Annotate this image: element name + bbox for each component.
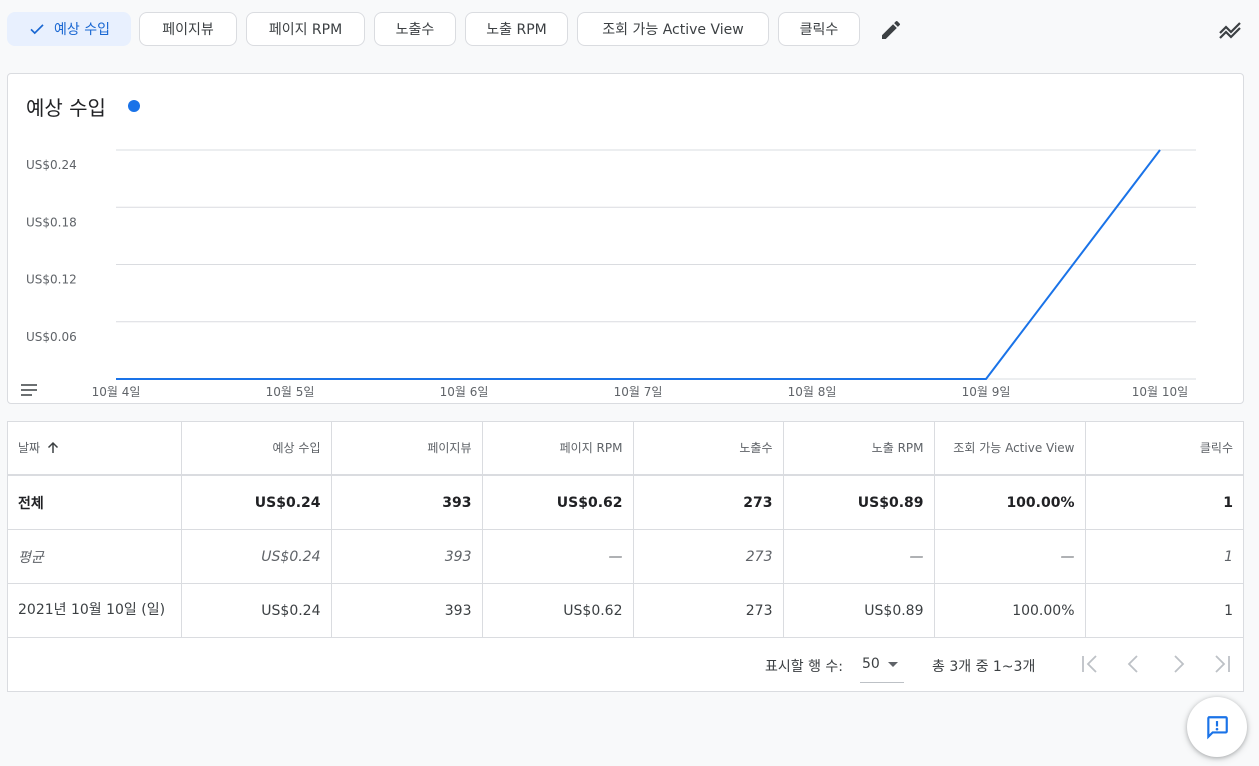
x-tick-label: 10월 8일 bbox=[788, 385, 837, 399]
pagination-range: 총 3개 중 1~3개 bbox=[932, 659, 1036, 675]
table-cell: 1 bbox=[1085, 529, 1243, 584]
table-cell: 393 bbox=[331, 583, 483, 638]
table-cell: 393 bbox=[331, 475, 483, 530]
pencil-icon bbox=[882, 20, 901, 39]
compare-button[interactable] bbox=[1216, 15, 1246, 45]
feedback-button[interactable] bbox=[1187, 697, 1247, 757]
column-header-page-rpm[interactable]: 페이지 RPM bbox=[482, 422, 634, 476]
chip-label: 예상 수입 bbox=[54, 22, 110, 38]
table-cell: US$0.62 bbox=[482, 583, 634, 638]
first-page-icon bbox=[1082, 655, 1097, 673]
table-cell: 평균 bbox=[8, 529, 182, 584]
chevron-right-icon bbox=[1174, 655, 1185, 673]
line-chart: US$0.24 US$0.18 US$0.12 US$0.06 10월 4일 10월 5일… bbox=[26, 149, 1196, 399]
chip-label: 클릭수 bbox=[799, 22, 839, 38]
last-page-icon bbox=[1215, 655, 1230, 673]
chevron-down-icon bbox=[888, 662, 898, 667]
chip-active-view[interactable]: 조회 가능 Active View bbox=[577, 12, 769, 46]
x-tick-label: 10월 9일 bbox=[962, 385, 1011, 399]
table-cell: US$0.24 bbox=[181, 475, 332, 530]
arrow-up-icon bbox=[48, 441, 59, 453]
chart-card: 예상 수입 US$0.24 US$0.18 US$0.12 US$0.06 10월 4일… bbox=[7, 73, 1244, 404]
column-header-earnings[interactable]: 예상 수입 bbox=[181, 422, 332, 476]
x-tick-label: 10월 4일 bbox=[92, 385, 141, 399]
table-cell: US$0.24 bbox=[181, 529, 332, 584]
chip-label: 조회 가능 Active View bbox=[602, 22, 744, 38]
column-header-active-view[interactable]: 조회 가능 Active View bbox=[934, 422, 1086, 476]
table-row: 2021년 10월 10일 (일) US$0.24 393 US$0.62 27… bbox=[8, 583, 1243, 638]
table-cell: 2021년 10월 10일 (일) bbox=[8, 583, 182, 638]
column-header-date[interactable]: 날짜 bbox=[8, 422, 182, 476]
rows-per-page-select[interactable]: 50 bbox=[860, 648, 904, 683]
previous-page-button[interactable] bbox=[1120, 650, 1148, 678]
column-header-clicks[interactable]: 클릭수 bbox=[1085, 422, 1243, 476]
chip-label: 노출수 bbox=[395, 22, 435, 38]
y-tick-label: US$0.06 bbox=[26, 330, 77, 344]
table-header-row: 날짜 예상 수입 페이지뷰 페이지 RPM 노출수 노출 RPM 조회 가능 A… bbox=[8, 422, 1243, 476]
table-row-total: 전체 US$0.24 393 US$0.62 273 US$0.89 100.0… bbox=[8, 475, 1243, 530]
chip-label: 노출 RPM bbox=[486, 22, 547, 38]
menu-lines-icon bbox=[21, 384, 37, 396]
table-cell: US$0.62 bbox=[482, 475, 634, 530]
chart-menu-button[interactable] bbox=[20, 382, 38, 401]
table-cell: 1 bbox=[1085, 475, 1243, 530]
first-page-button[interactable] bbox=[1076, 650, 1104, 678]
rows-per-page-value: 50 bbox=[862, 656, 880, 672]
check-icon bbox=[30, 24, 44, 35]
report-table: 날짜 예상 수입 페이지뷰 페이지 RPM 노출수 노출 RPM 조회 가능 A… bbox=[7, 421, 1244, 692]
table-cell: — bbox=[482, 529, 634, 584]
x-tick-label: 10월 5일 bbox=[266, 385, 315, 399]
chip-page-rpm[interactable]: 페이지 RPM bbox=[246, 12, 365, 46]
x-tick-label: 10월 7일 bbox=[614, 385, 663, 399]
chevron-left-icon bbox=[1127, 655, 1138, 673]
table-cell: 100.00% bbox=[934, 583, 1086, 638]
column-header-label: 날짜 bbox=[18, 440, 41, 455]
x-tick-label: 10월 10일 bbox=[1132, 385, 1188, 399]
trend-compare-icon bbox=[1219, 22, 1241, 39]
table-cell: US$0.89 bbox=[783, 475, 935, 530]
table-cell: — bbox=[783, 529, 935, 584]
table-cell: 273 bbox=[633, 475, 784, 530]
column-header-impression-rpm[interactable]: 노출 RPM bbox=[783, 422, 935, 476]
chip-clicks[interactable]: 클릭수 bbox=[778, 12, 860, 46]
next-page-button[interactable] bbox=[1164, 650, 1192, 678]
edit-metrics-button[interactable] bbox=[876, 15, 906, 45]
table-cell: US$0.89 bbox=[783, 583, 935, 638]
table-cell: — bbox=[934, 529, 1086, 584]
table-cell: 전체 bbox=[8, 475, 182, 530]
table-cell: US$0.24 bbox=[181, 583, 332, 638]
y-tick-label: US$0.12 bbox=[26, 273, 77, 287]
column-header-impressions[interactable]: 노출수 bbox=[633, 422, 784, 476]
y-tick-label: US$0.24 bbox=[26, 158, 77, 172]
column-header-page-views[interactable]: 페이지뷰 bbox=[331, 422, 483, 476]
table-cell: 1 bbox=[1085, 583, 1243, 638]
last-page-button[interactable] bbox=[1208, 650, 1236, 678]
table-cell: 273 bbox=[633, 529, 784, 584]
table-cell: 393 bbox=[331, 529, 483, 584]
chip-impressions[interactable]: 노출수 bbox=[374, 12, 456, 46]
feedback-icon bbox=[1207, 716, 1228, 740]
chip-label: 페이지 RPM bbox=[268, 22, 343, 38]
table-row-average: 평균 US$0.24 393 — 273 — — 1 bbox=[8, 529, 1243, 584]
table-cell: 273 bbox=[633, 583, 784, 638]
table-cell: 100.00% bbox=[934, 475, 1086, 530]
x-tick-label: 10월 6일 bbox=[440, 385, 489, 399]
chip-estimated-earnings[interactable]: 예상 수입 bbox=[7, 12, 131, 46]
chip-impression-rpm[interactable]: 노출 RPM bbox=[465, 12, 568, 46]
y-tick-label: US$0.18 bbox=[26, 215, 77, 229]
chip-label: 페이지뷰 bbox=[162, 22, 214, 38]
chip-page-views[interactable]: 페이지뷰 bbox=[139, 12, 237, 46]
rows-per-page-label: 표시할 행 수: bbox=[765, 659, 844, 675]
